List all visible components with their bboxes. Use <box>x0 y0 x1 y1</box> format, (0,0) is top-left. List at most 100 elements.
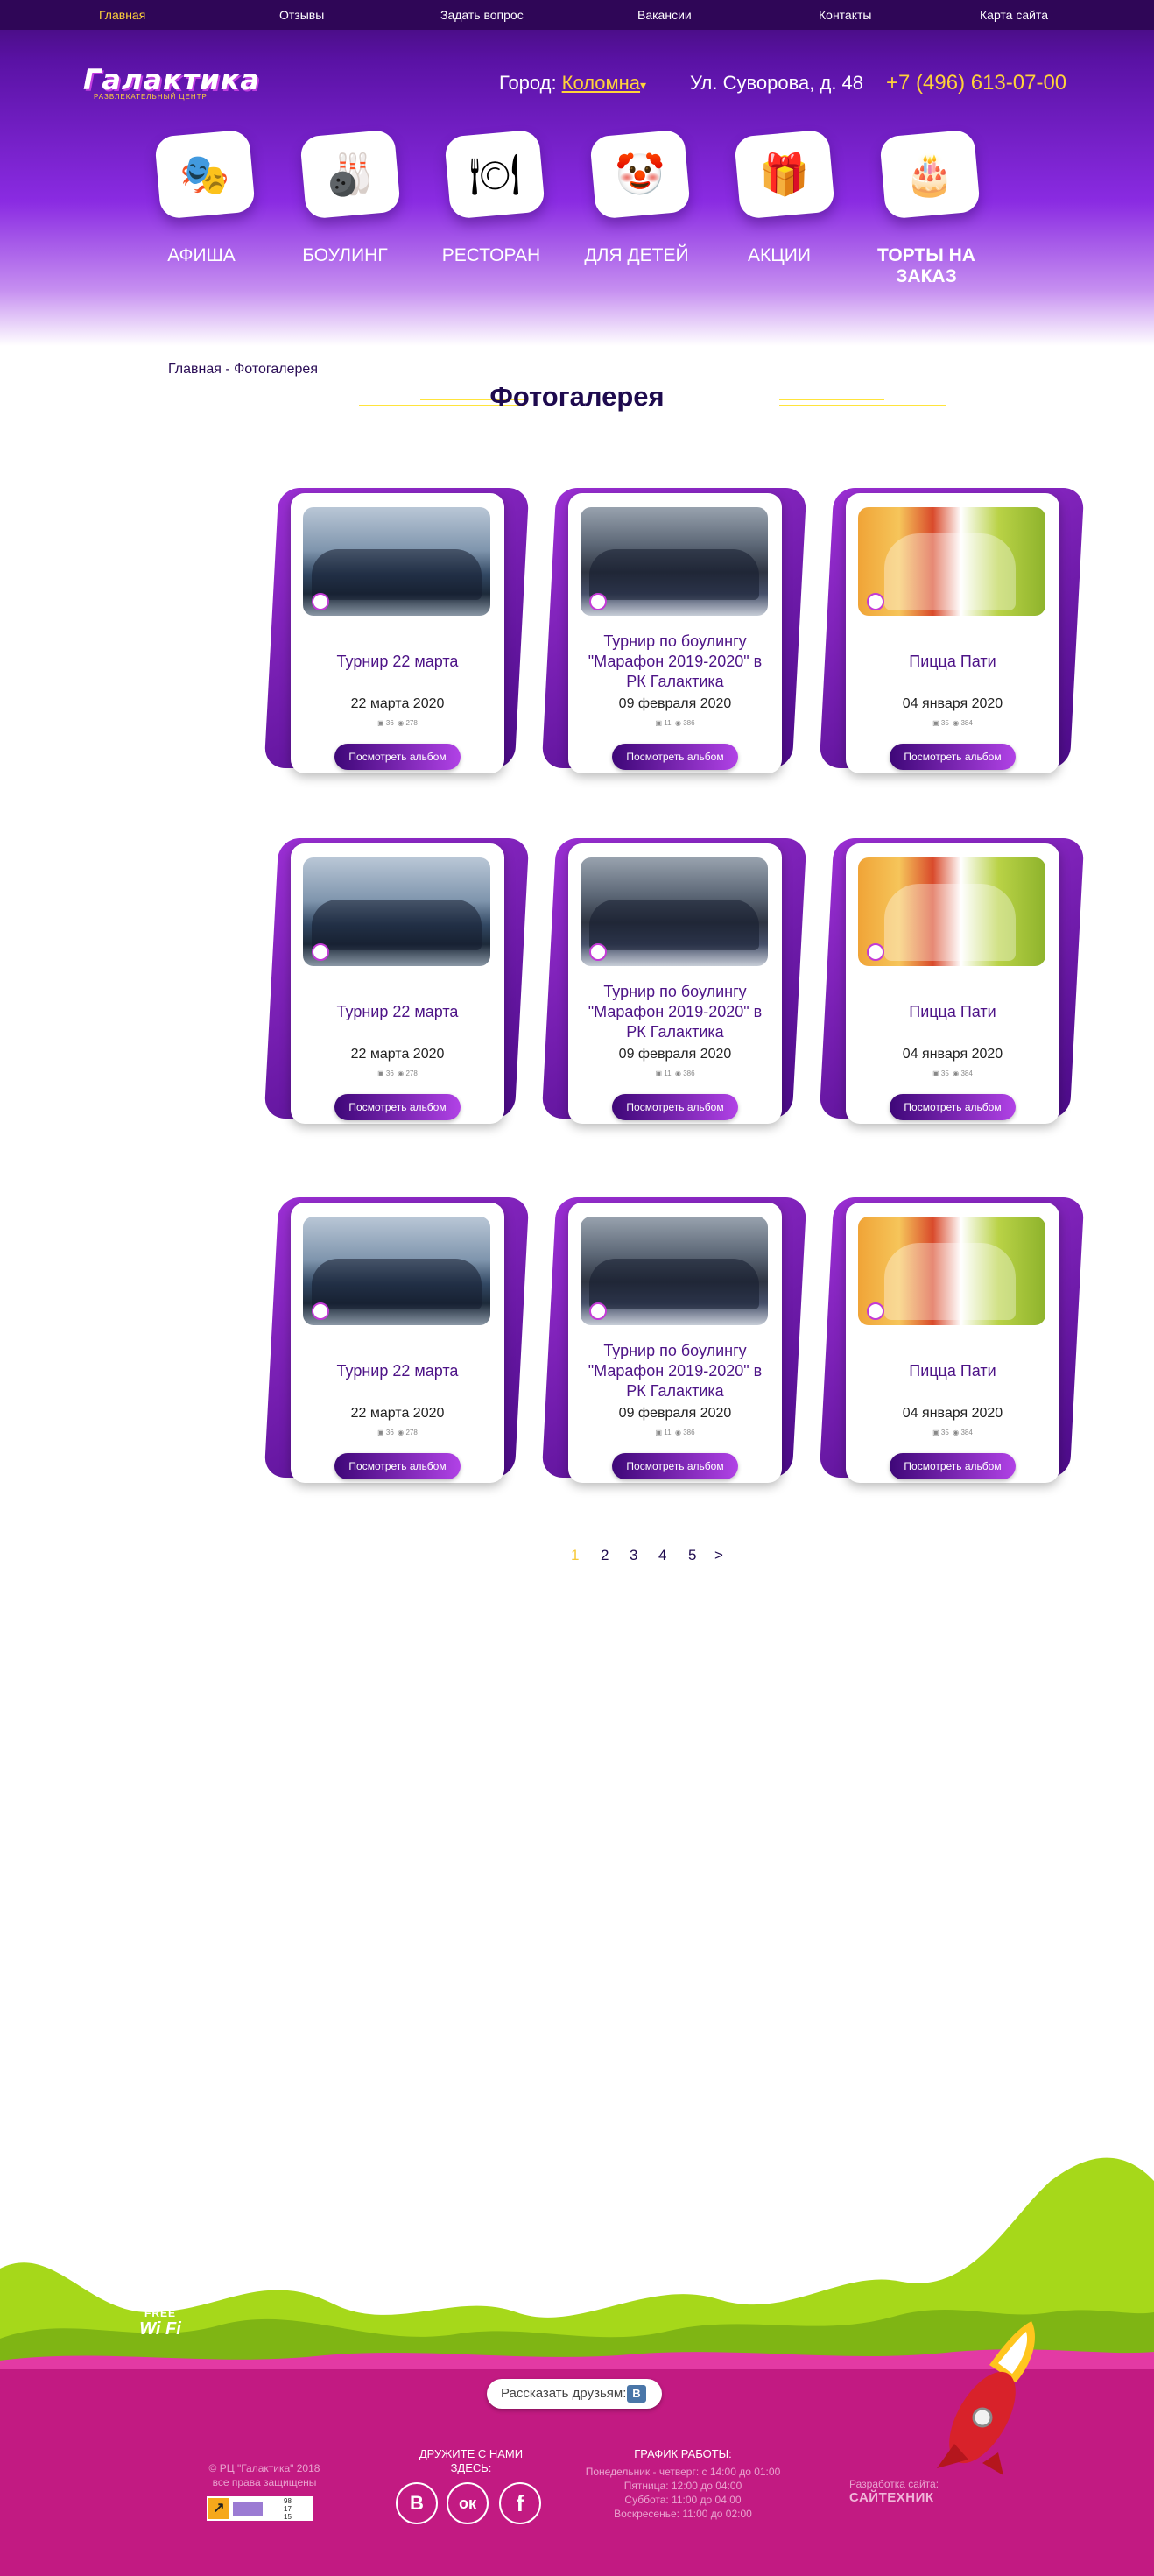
category-tile[interactable]: 🍽 <box>444 129 545 220</box>
album-photo[interactable] <box>581 507 768 616</box>
vk-share-icon[interactable]: В <box>627 2385 646 2403</box>
album-stats: ▣ 11 ◉ 386 <box>568 719 782 727</box>
copyright: © РЦ "Галактика" 2018 все права защищены <box>203 2461 326 2489</box>
album-card: Турнир по боулингу "Марафон 2019-2020" в… <box>541 1197 807 1486</box>
view-album-button[interactable]: Посмотреть альбом <box>612 1453 738 1479</box>
view-count: 278 <box>405 1069 418 1077</box>
clown-icon: 🤡 <box>615 152 665 197</box>
category-tile[interactable]: 🎭 <box>154 129 256 220</box>
card-body: Турнир 22 марта 22 марта 2020 ▣ 36 ◉ 278… <box>291 1203 504 1483</box>
album-title[interactable]: Турнир 22 марта <box>299 626 496 696</box>
album-title[interactable]: Пицца Пати <box>855 1336 1051 1406</box>
developer-credit[interactable]: Разработка сайта: САЙТЕХНИК <box>849 2477 939 2505</box>
category-label[interactable]: БОУЛИНГ <box>273 245 417 266</box>
album-photo[interactable] <box>858 507 1045 616</box>
site-logo[interactable]: Галактика РАЗВЛЕКАТЕЛЬНЫЙ ЦЕНТР <box>83 65 260 101</box>
album-title[interactable]: Турнир по боулингу "Марафон 2019-2020" в… <box>577 626 773 696</box>
share-widget[interactable]: Рассказать друзьям: В <box>487 2379 662 2409</box>
developer-name[interactable]: САЙТЕХНИК <box>849 2490 934 2505</box>
album-photo[interactable] <box>303 857 490 966</box>
nav-home-link[interactable]: Главная <box>99 0 145 30</box>
view-album-button[interactable]: Посмотреть альбом <box>890 1094 1016 1120</box>
album-title[interactable]: Турнир по боулингу "Марафон 2019-2020" в… <box>577 977 773 1047</box>
album-stats: ▣ 35 ◉ 384 <box>846 719 1059 727</box>
album-title[interactable]: Турнир 22 марта <box>299 977 496 1047</box>
nav-contacts-link[interactable]: Контакты <box>819 0 871 30</box>
breadcrumb-home-link[interactable]: Главная <box>168 362 222 377</box>
album-stats: ▣ 35 ◉ 384 <box>846 1069 1059 1077</box>
album-date: 04 января 2020 <box>902 696 1003 711</box>
view-album-button[interactable]: Посмотреть альбом <box>612 744 738 770</box>
album-photo[interactable] <box>858 857 1045 966</box>
view-album-button[interactable]: Посмотреть альбом <box>334 744 461 770</box>
city-label: Город: <box>499 72 557 94</box>
facebook-icon[interactable]: f <box>499 2482 541 2524</box>
category-label[interactable]: АКЦИИ <box>707 245 851 266</box>
view-count: 278 <box>405 1429 418 1436</box>
caret-down-icon[interactable]: ▾ <box>640 78 646 92</box>
view-album-button[interactable]: Посмотреть альбом <box>890 744 1016 770</box>
photo-people <box>312 900 482 950</box>
category-tile[interactable]: 🎳 <box>299 129 401 220</box>
category-afisha[interactable]: 🎭 АФИША <box>133 129 256 280</box>
odnoklassniki-icon[interactable]: ок <box>447 2482 489 2524</box>
visit-counter[interactable]: ↗ 98 17 15 <box>207 2496 313 2521</box>
nav-vacancies-link[interactable]: Вакансии <box>637 0 692 30</box>
category-bowling[interactable]: 🎳 БОУЛИНГ <box>278 129 401 280</box>
category-tile[interactable]: 🤡 <box>589 129 691 220</box>
album-photo[interactable] <box>581 857 768 966</box>
album-title[interactable]: Пицца Пати <box>855 977 1051 1047</box>
photo-count: 35 <box>940 1069 949 1077</box>
view-album-button[interactable]: Посмотреть альбом <box>334 1094 461 1120</box>
page-title: Фотогалерея <box>489 381 665 412</box>
eye-icon: ◉ <box>674 1069 684 1077</box>
category-tile[interactable]: 🎁 <box>734 129 835 220</box>
album-card: Пицца Пати 04 января 2020 ▣ 35 ◉ 384 Пос… <box>819 488 1085 777</box>
album-card: Пицца Пати 04 января 2020 ▣ 35 ◉ 384 Пос… <box>819 1197 1085 1486</box>
category-cakes[interactable]: 🎂 ТОРТЫ НА ЗАКАЗ <box>858 129 981 286</box>
album-photo[interactable] <box>858 1217 1045 1325</box>
page-link-5[interactable]: 5 <box>688 1547 696 1564</box>
cloche-icon: 🍽 <box>468 152 521 197</box>
view-album-button[interactable]: Посмотреть альбом <box>334 1453 461 1479</box>
category-restaurant[interactable]: 🍽 РЕСТОРАН <box>423 129 545 280</box>
photo-count: 11 <box>664 1069 672 1077</box>
city-selector[interactable]: Город: Коломна▾ <box>499 72 646 95</box>
category-label[interactable]: ТОРТЫ НА ЗАКАЗ <box>855 245 998 287</box>
view-album-button[interactable]: Посмотреть альбом <box>890 1453 1016 1479</box>
page-link-1[interactable]: 1 <box>571 1547 579 1564</box>
page-link-3[interactable]: 3 <box>630 1547 637 1564</box>
next-page-link[interactable]: > <box>714 1547 723 1564</box>
category-label[interactable]: АФИША <box>130 245 273 266</box>
album-photo[interactable] <box>581 1217 768 1325</box>
nav-sitemap-link[interactable]: Карта сайта <box>980 0 1048 30</box>
album-title[interactable]: Турнир по боулингу "Марафон 2019-2020" в… <box>577 1336 773 1406</box>
breadcrumb: Главная - Фотогалерея <box>168 362 318 378</box>
page-link-4[interactable]: 4 <box>658 1547 666 1564</box>
photo-people <box>884 884 1016 961</box>
logo-stamp-icon <box>589 593 607 610</box>
photo-people <box>884 1243 1016 1320</box>
city-value[interactable]: Коломна <box>562 72 640 94</box>
album-photo[interactable] <box>303 507 490 616</box>
vk-icon[interactable]: В <box>396 2482 438 2524</box>
album-photo[interactable] <box>303 1217 490 1325</box>
nav-ask-question-link[interactable]: Задать вопрос <box>440 0 524 30</box>
schedule-title: ГРАФИК РАБОТЫ: <box>634 2447 732 2460</box>
phone-link[interactable]: +7 (496) 613-07-00 <box>886 71 1066 95</box>
category-promotions[interactable]: 🎁 АКЦИИ <box>713 129 835 280</box>
category-tile[interactable]: 🎂 <box>879 129 981 220</box>
nav-reviews-link[interactable]: Отзывы <box>279 0 324 30</box>
category-kids[interactable]: 🤡 ДЛЯ ДЕТЕЙ <box>568 129 691 280</box>
category-label[interactable]: ДЛЯ ДЕТЕЙ <box>565 245 708 266</box>
photo-count: 35 <box>940 719 949 727</box>
photo-people <box>589 1259 759 1309</box>
view-count: 278 <box>405 719 418 727</box>
page-link-2[interactable]: 2 <box>601 1547 609 1564</box>
album-title[interactable]: Турнир 22 марта <box>299 1336 496 1406</box>
mask-icon: 🎭 <box>179 152 230 197</box>
view-count: 386 <box>683 1429 695 1436</box>
album-title[interactable]: Пицца Пати <box>855 626 1051 696</box>
category-label[interactable]: РЕСТОРАН <box>419 245 563 266</box>
view-album-button[interactable]: Посмотреть альбом <box>612 1094 738 1120</box>
